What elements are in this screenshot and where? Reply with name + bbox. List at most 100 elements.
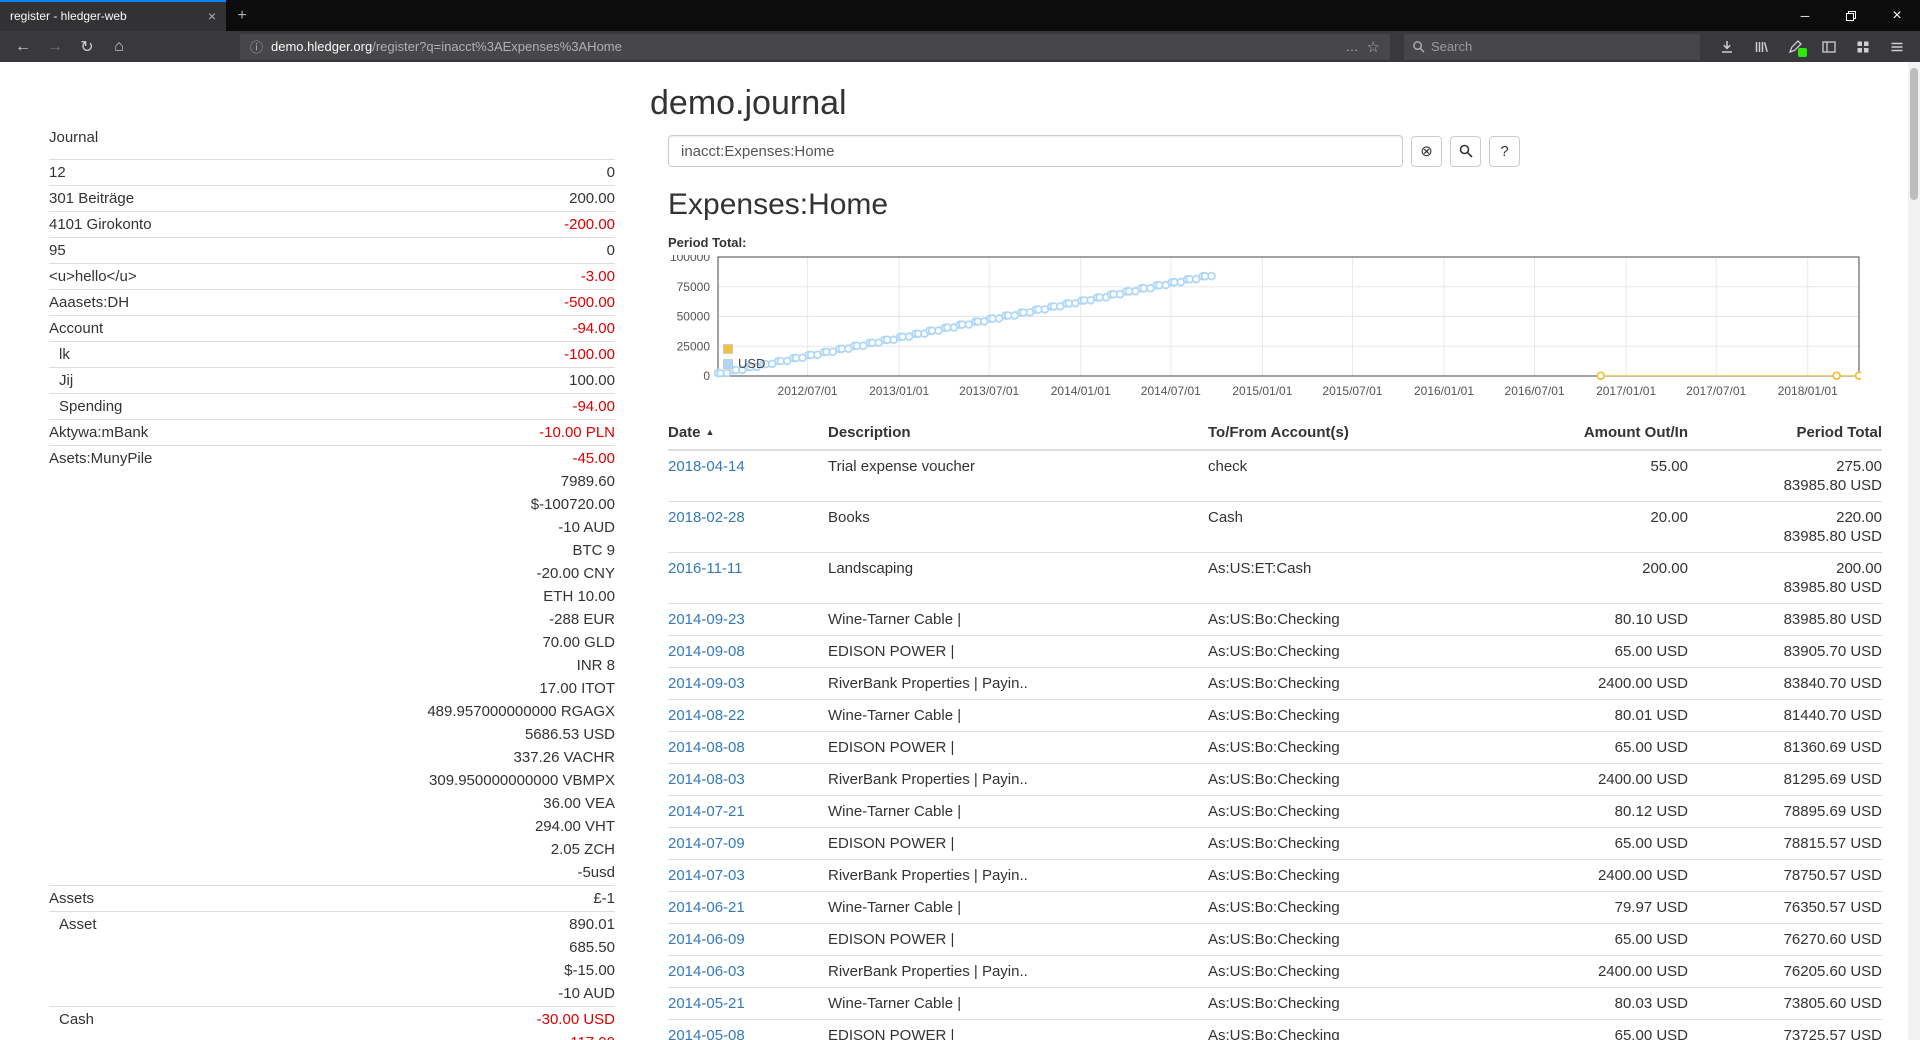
transaction-date-cell: 2014-06-21: [668, 892, 828, 924]
sidebar-account-link[interactable]: Cash: [49, 1008, 94, 1031]
sidebar-account-link[interactable]: lk: [49, 343, 70, 366]
forward-button[interactable]: →: [40, 34, 70, 60]
transaction-period-total: 78750.57 USD: [1688, 860, 1882, 892]
transaction-date-link[interactable]: 2018-04-14: [668, 458, 745, 475]
transaction-accounts: As:US:Bo:Checking: [1208, 892, 1508, 924]
transaction-date-link[interactable]: 2014-08-22: [668, 707, 745, 724]
chart-legend: USD: [723, 341, 765, 371]
search-help-button[interactable]: ?: [1489, 136, 1520, 167]
transaction-date-link[interactable]: 2016-11-11: [668, 560, 743, 577]
home-button[interactable]: ⌂: [104, 34, 134, 60]
transaction-period-total: 81440.70 USD: [1688, 700, 1882, 732]
transaction-date-cell: 2014-07-03: [668, 860, 828, 892]
transaction-date-link[interactable]: 2014-09-03: [668, 675, 745, 692]
transaction-date-cell: 2018-04-14: [668, 450, 828, 502]
library-icon[interactable]: [1746, 34, 1776, 60]
transaction-amount: 2400.00 USD: [1508, 764, 1688, 796]
sidebars-icon[interactable]: [1814, 34, 1844, 60]
balance-amount: -10 AUD: [558, 982, 615, 1005]
transaction-description: EDISON POWER |: [828, 924, 1208, 956]
window-restore-button[interactable]: [1828, 0, 1874, 31]
transaction-date-link[interactable]: 2014-07-03: [668, 867, 745, 884]
scrollbar-thumb[interactable]: [1910, 68, 1918, 200]
transaction-date-link[interactable]: 2014-08-08: [668, 739, 745, 756]
sidebar-account-link[interactable]: 301 Beiträge: [49, 187, 134, 210]
transaction-date-link[interactable]: 2014-08-03: [668, 771, 745, 788]
sidebar-account-link[interactable]: Asset: [49, 913, 97, 936]
transaction-period-total: 83905.70 USD: [1688, 636, 1882, 668]
sidebar-account-link[interactable]: Aaasets:DH: [49, 291, 129, 314]
bookmark-star-icon[interactable]: ☆: [1367, 38, 1380, 56]
balance-amount: -3.00: [581, 265, 615, 288]
balance-amount: 7989.60: [561, 470, 615, 493]
transaction-date-link[interactable]: 2018-02-28: [668, 509, 745, 526]
reload-button[interactable]: ↻: [72, 34, 102, 60]
sidebar-account-link[interactable]: Assets: [49, 887, 94, 910]
transaction-accounts: Cash: [1208, 502, 1508, 553]
register-table: Date▲DescriptionTo/From Account(s)Amount…: [668, 416, 1882, 1040]
transaction-date-link[interactable]: 2014-06-21: [668, 899, 745, 916]
transaction-amount: 65.00 USD: [1508, 828, 1688, 860]
svg-text:2015/07/01: 2015/07/01: [1322, 384, 1382, 398]
extension-icon[interactable]: [1780, 34, 1810, 60]
transaction-amount: 65.00 USD: [1508, 636, 1688, 668]
transaction-date-link[interactable]: 2014-05-21: [668, 995, 745, 1012]
sidebar-account-link[interactable]: Spending: [49, 395, 122, 418]
balance-amount: -100.00: [564, 343, 615, 366]
window-close-button[interactable]: ×: [1874, 0, 1920, 31]
window-minimize-button[interactable]: ─: [1782, 0, 1828, 31]
apps-grid-icon[interactable]: [1848, 34, 1878, 60]
tab-close-icon[interactable]: ×: [208, 8, 216, 24]
browser-tab[interactable]: register - hledger-web ×: [0, 0, 226, 31]
browser-window: register - hledger-web × + ─ × ← → ↻ ⌂ ⓘ…: [0, 0, 1920, 1040]
sidebar-account-link[interactable]: Jij: [49, 369, 73, 392]
menu-icon[interactable]: [1882, 34, 1912, 60]
transaction-date-cell: 2014-08-03: [668, 764, 828, 796]
transaction-date-link[interactable]: 2014-06-03: [668, 963, 745, 980]
sidebar-account-link[interactable]: Asets:MunyPile: [49, 447, 152, 470]
balance-amount: -10.00 PLN: [539, 421, 615, 444]
sidebar-journal-link[interactable]: Journal: [49, 126, 98, 149]
column-header-date[interactable]: Date▲: [668, 416, 828, 450]
balance-amount: -94.00: [572, 395, 615, 418]
query-input[interactable]: [668, 135, 1403, 167]
legend-item: [723, 341, 765, 356]
search-submit-button[interactable]: [1450, 136, 1481, 167]
transaction-date-link[interactable]: 2014-07-09: [668, 835, 745, 852]
transaction-accounts: As:US:Bo:Checking: [1208, 764, 1508, 796]
transaction-period-total: 81360.69 USD: [1688, 732, 1882, 764]
sidebar-account-link[interactable]: 12: [49, 161, 66, 184]
transaction-date-link[interactable]: 2014-07-21: [668, 803, 745, 820]
sidebar-account-link[interactable]: Aktywa:mBank: [49, 421, 148, 444]
svg-text:2015/01/01: 2015/01/01: [1232, 384, 1292, 398]
balance-amount: -117.00: [565, 1031, 615, 1040]
browser-search-bar[interactable]: [1404, 34, 1700, 60]
transaction-date-link[interactable]: 2014-09-23: [668, 611, 745, 628]
page-scrollbar[interactable]: [1908, 62, 1920, 1040]
transaction-period-total: 83840.70 USD: [1688, 668, 1882, 700]
back-button[interactable]: ←: [8, 34, 38, 60]
balance-amount: 200.00: [569, 187, 615, 210]
sidebar-account-link[interactable]: Account: [49, 317, 103, 340]
page-actions-icon[interactable]: …: [1346, 39, 1359, 54]
register-row: 2018-02-28BooksCash20.00220.0083985.80 U…: [668, 502, 1882, 553]
site-info-icon[interactable]: ⓘ: [250, 37, 263, 56]
download-icon[interactable]: [1712, 34, 1742, 60]
url-bar[interactable]: ⓘ demo.hledger.org/register?q=inacct%3AE…: [240, 34, 1390, 60]
browser-search-input[interactable]: [1431, 39, 1692, 54]
sidebar-account-link[interactable]: 95: [49, 239, 66, 262]
sidebar-account-link[interactable]: <u>hello</u>: [49, 265, 137, 288]
new-tab-button[interactable]: +: [226, 0, 258, 31]
register-row: 2018-04-14Trial expense vouchercheck55.0…: [668, 450, 1882, 502]
transaction-date-link[interactable]: 2014-09-08: [668, 643, 745, 660]
balance-amount: -94.00: [572, 317, 615, 340]
sidebar-account-link[interactable]: 4101 Girokonto: [49, 213, 152, 236]
page-content: Journal 120301 Beiträge200.004101 Giroko…: [0, 62, 1920, 1040]
transaction-accounts: As:US:Bo:Checking: [1208, 604, 1508, 636]
period-total-line: 76270.60 USD: [1688, 930, 1882, 949]
clear-query-button[interactable]: ⊗: [1411, 136, 1442, 167]
transaction-date-link[interactable]: 2014-06-09: [668, 931, 745, 948]
transaction-date-link[interactable]: 2014-05-08: [668, 1027, 745, 1040]
balance-amount: 2.05 ZCH: [551, 838, 615, 861]
register-row: 2014-09-03RiverBank Properties | Payin..…: [668, 668, 1882, 700]
